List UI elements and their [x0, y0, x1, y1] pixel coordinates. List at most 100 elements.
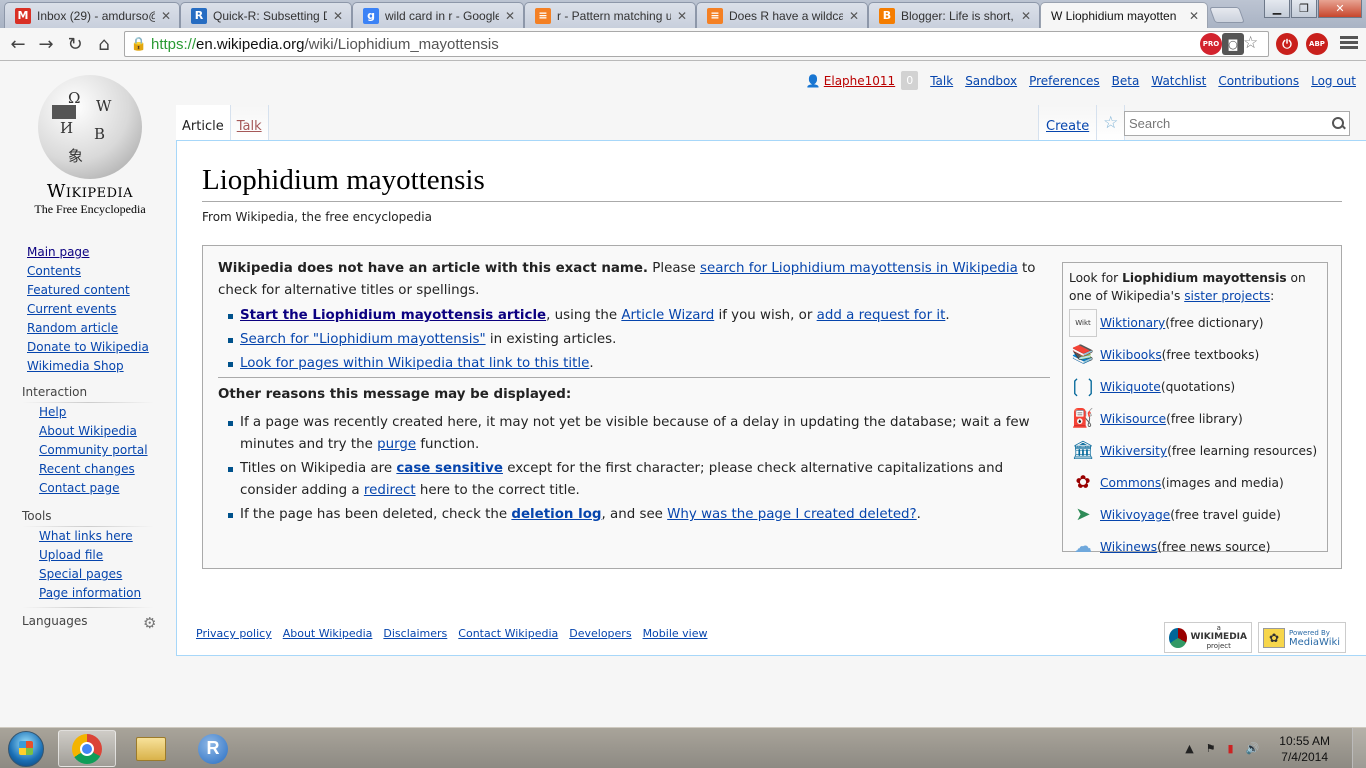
logout-link[interactable]: Log out	[1311, 74, 1356, 88]
sidebar-item-about[interactable]: About Wikipedia	[39, 422, 148, 441]
chrome-menu-icon[interactable]	[1340, 34, 1358, 52]
browser-tab[interactable]: R Quick-R: Subsetting Da ✕	[180, 2, 352, 28]
case-sensitive-link[interactable]: case sensitive	[396, 461, 503, 476]
deletion-log-link[interactable]: deletion log	[511, 507, 601, 522]
contributions-link[interactable]: Contributions	[1218, 74, 1299, 88]
url-text[interactable]: https://en.wikipedia.org/wiki/Liophidium…	[151, 36, 499, 53]
browser-tab[interactable]: ≡ Does R have a wildcard ✕	[696, 2, 868, 28]
footer-contact-link[interactable]: Contact Wikipedia	[458, 627, 558, 640]
action-center-icon[interactable]: ⚑	[1206, 742, 1216, 755]
lock-icon[interactable]: 🔒	[129, 34, 149, 54]
address-bar[interactable]: 🔒 https://en.wikipedia.org/wiki/Liophidi…	[124, 31, 1269, 57]
what-links-link[interactable]: Look for pages within Wikipedia that lin…	[240, 356, 589, 371]
taskbar-r[interactable]: R	[184, 730, 242, 767]
home-icon[interactable]: ⌂	[92, 32, 116, 56]
footer-disclaimers-link[interactable]: Disclaimers	[383, 627, 447, 640]
wikiquote-link[interactable]: Wikiquote	[1100, 378, 1161, 396]
browser-tab[interactable]: M Inbox (29) - amdurso@ ✕	[4, 2, 180, 28]
footer-developers-link[interactable]: Developers	[569, 627, 631, 640]
browser-tab[interactable]: B Blogger: Life is short, i ✕	[868, 2, 1040, 28]
wikisource-link[interactable]: Wikisource	[1100, 410, 1166, 428]
sidebar-item-page-info[interactable]: Page information	[39, 584, 141, 603]
watchlist-link[interactable]: Watchlist	[1151, 74, 1206, 88]
sandbox-link[interactable]: Sandbox	[965, 74, 1017, 88]
purge-link[interactable]: purge	[377, 437, 416, 452]
wikinews-link[interactable]: Wikinews	[1100, 538, 1157, 556]
footer-privacy-link[interactable]: Privacy policy	[196, 627, 272, 640]
wikimedia-project-badge[interactable]: a WIKIMEDIA project	[1164, 622, 1252, 653]
close-tab-icon[interactable]: ✕	[1021, 9, 1031, 23]
browser-tab[interactable]: W Liophidium mayotten ✕	[1040, 2, 1208, 28]
wiktionary-icon[interactable]: Wikt	[1069, 309, 1097, 337]
wikiversity-link[interactable]: Wikiversity	[1100, 442, 1167, 460]
sidebar-item-shop[interactable]: Wikimedia Shop	[27, 357, 149, 376]
close-tab-icon[interactable]: ✕	[1189, 9, 1199, 23]
sidebar-item-recent-changes[interactable]: Recent changes	[39, 460, 148, 479]
shield-extension-icon[interactable]: ◙	[1222, 33, 1244, 55]
reload-icon[interactable]: ↻	[63, 32, 87, 56]
preferences-link[interactable]: Preferences	[1029, 74, 1100, 88]
bookmark-star-icon[interactable]: ☆	[1243, 33, 1258, 53]
commons-icon[interactable]: ✿	[1069, 469, 1097, 497]
sidebar-item-featured[interactable]: Featured content	[27, 281, 149, 300]
footer-mobile-link[interactable]: Mobile view	[643, 627, 708, 640]
tab-create[interactable]: Create	[1038, 105, 1098, 141]
search-existing-link[interactable]: Search for "Liophidium mayottensis"	[240, 332, 486, 347]
show-hidden-icons-icon[interactable]: ▲	[1185, 742, 1193, 755]
watch-star-icon[interactable]: ☆	[1097, 105, 1126, 141]
browser-tab[interactable]: g wild card in r - Google ✕	[352, 2, 524, 28]
maximize-button[interactable]: ❐	[1291, 0, 1317, 18]
add-request-link[interactable]: add a request for it	[817, 308, 946, 323]
wikinews-icon[interactable]: ☁	[1069, 533, 1097, 561]
close-tab-icon[interactable]: ✕	[161, 9, 171, 23]
gear-icon[interactable]: ⚙	[143, 614, 156, 632]
username-link[interactable]: Elaphe1011	[824, 74, 895, 88]
mediawiki-badge[interactable]: ✿ Powered By MediaWiki	[1258, 622, 1346, 653]
volume-icon[interactable]: 🔊	[1246, 742, 1260, 755]
close-tab-icon[interactable]: ✕	[333, 9, 343, 23]
commons-link[interactable]: Commons	[1100, 474, 1161, 492]
taskbar-chrome[interactable]	[58, 730, 116, 767]
minimize-button[interactable]: ▁	[1264, 0, 1290, 18]
search-icon[interactable]	[1329, 114, 1349, 134]
wikivoyage-icon[interactable]: ➤	[1069, 501, 1097, 529]
sidebar-item-current-events[interactable]: Current events	[27, 300, 149, 319]
wikipedia-logo[interactable]: Ω W И В 象 Wikipedia The Free Encyclopedi…	[28, 75, 152, 216]
sidebar-item-community[interactable]: Community portal	[39, 441, 148, 460]
network-icon[interactable]: ▮	[1228, 742, 1234, 755]
browser-tab[interactable]: ≡ r - Pattern matching u ✕	[524, 2, 696, 28]
sidebar-item-help[interactable]: Help	[39, 403, 148, 422]
interaction-heading[interactable]: Interaction	[22, 385, 87, 399]
close-tab-icon[interactable]: ✕	[677, 9, 687, 23]
back-arrow-icon[interactable]: ←	[6, 32, 30, 56]
power-extension-icon[interactable]: ⏻	[1276, 33, 1298, 55]
sister-projects-link[interactable]: sister projects	[1184, 289, 1270, 303]
redirect-link[interactable]: redirect	[364, 483, 416, 498]
wikivoyage-link[interactable]: Wikivoyage	[1100, 506, 1170, 524]
wikisource-icon[interactable]: ⛽	[1069, 405, 1097, 433]
wiktionary-link[interactable]: Wiktionary	[1100, 314, 1165, 332]
sidebar-item-what-links[interactable]: What links here	[39, 527, 141, 546]
close-tab-icon[interactable]: ✕	[505, 9, 515, 23]
wikibooks-icon[interactable]: 📚	[1069, 341, 1097, 369]
beta-link[interactable]: Beta	[1112, 74, 1140, 88]
pro-extension-icon[interactable]: PRO	[1200, 33, 1222, 55]
talk-link[interactable]: Talk	[930, 74, 953, 88]
tab-talk[interactable]: Talk	[230, 105, 269, 141]
wikiquote-icon[interactable]: ❲❳	[1068, 373, 1098, 401]
search-input[interactable]	[1125, 113, 1329, 134]
sidebar-item-random[interactable]: Random article	[27, 319, 149, 338]
clock[interactable]: 10:55 AM 7/4/2014	[1279, 733, 1330, 765]
sidebar-item-contents[interactable]: Contents	[27, 262, 149, 281]
start-article-link[interactable]: Start the Liophidium mayottensis article	[240, 308, 546, 323]
new-tab-button[interactable]	[1209, 7, 1245, 23]
sidebar-item-upload[interactable]: Upload file	[39, 546, 141, 565]
footer-about-link[interactable]: About Wikipedia	[283, 627, 373, 640]
sidebar-item-donate[interactable]: Donate to Wikipedia	[27, 338, 149, 357]
wikibooks-link[interactable]: Wikibooks	[1100, 346, 1162, 364]
sidebar-item-special-pages[interactable]: Special pages	[39, 565, 141, 584]
article-wizard-link[interactable]: Article Wizard	[621, 308, 714, 323]
why-deleted-link[interactable]: Why was the page I created deleted?	[667, 507, 917, 522]
sidebar-item-contact[interactable]: Contact page	[39, 479, 148, 498]
show-desktop-button[interactable]	[1352, 728, 1366, 768]
